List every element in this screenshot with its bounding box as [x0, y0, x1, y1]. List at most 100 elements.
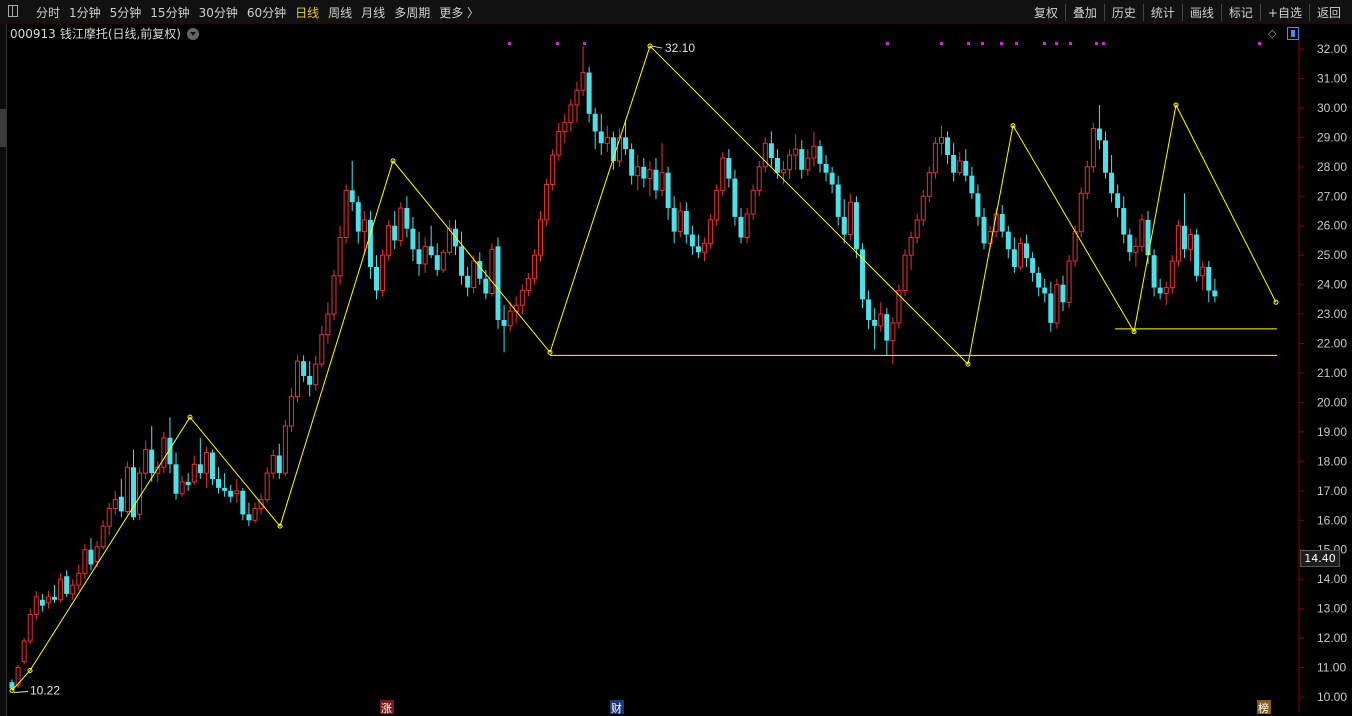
- candlestick-chart[interactable]: 10.0011.0012.0013.0014.0015.0016.0017.00…: [0, 0, 1352, 716]
- candle-body-up: [76, 572, 82, 586]
- candle-body-up: [1078, 192, 1084, 233]
- event-dot: [981, 42, 984, 45]
- candle-body-up: [847, 201, 853, 236]
- y-tick-label: 28.00: [1317, 160, 1347, 174]
- candle-body-down: [641, 166, 647, 179]
- event-dot: [886, 42, 889, 45]
- candle-body-up: [100, 525, 106, 548]
- candle-body-up: [750, 189, 756, 215]
- candle-body-down: [695, 246, 701, 253]
- candle-body-up: [33, 596, 39, 616]
- candle-body-down: [118, 496, 124, 512]
- candle-body-up: [337, 237, 343, 277]
- y-tick-label: 21.00: [1317, 366, 1347, 380]
- candle-body-up: [1072, 231, 1078, 262]
- candle-body-up: [562, 122, 568, 132]
- y-tick-label: 19.00: [1317, 425, 1347, 439]
- candle-body-down: [872, 319, 878, 326]
- candle-body-down: [1036, 272, 1042, 288]
- candle-body-up: [288, 396, 294, 427]
- candle-body-up: [70, 584, 76, 595]
- candle-body-down: [392, 225, 398, 241]
- candle-body-up: [252, 507, 258, 521]
- candle-body-up: [574, 89, 580, 106]
- y-tick-label: 14.00: [1317, 572, 1347, 586]
- candle-body-down: [477, 261, 483, 279]
- candle-body-up: [926, 172, 932, 197]
- candle-body-up: [635, 166, 641, 177]
- event-dot: [1258, 42, 1261, 45]
- event-dot: [556, 42, 559, 45]
- y-tick-label: 10.00: [1317, 690, 1347, 704]
- candle-body-up: [1139, 219, 1145, 247]
- event-dot: [1102, 42, 1105, 45]
- candle-body-down: [1181, 225, 1187, 250]
- candle-body-down: [197, 464, 203, 474]
- candle-body-down: [465, 275, 471, 288]
- candle-body-down: [799, 149, 805, 170]
- candle-body-up: [386, 225, 392, 256]
- candle-body-down: [999, 213, 1005, 232]
- high-label-arrow: [651, 45, 663, 49]
- candle-body-up: [957, 160, 963, 174]
- candle-body-down: [841, 216, 847, 235]
- candle-body-up: [82, 549, 88, 574]
- candle-body-up: [720, 157, 726, 191]
- candle-body-down: [975, 193, 981, 217]
- candle-body-up: [319, 334, 325, 365]
- candle-body-up: [489, 248, 495, 294]
- marker-cai: 财: [611, 701, 622, 715]
- candle-body-down: [1005, 231, 1011, 250]
- candle-body-down: [185, 481, 191, 485]
- candle-body-down: [276, 455, 282, 474]
- candle-body-down: [1121, 208, 1127, 235]
- candle-body-up: [938, 136, 944, 144]
- candle-body-down: [829, 172, 835, 185]
- candle-body-down: [228, 490, 234, 497]
- candle-body-down: [216, 479, 222, 488]
- candle-body-up: [1163, 287, 1169, 294]
- candle-body-up: [27, 614, 33, 642]
- candle-body-up: [932, 142, 938, 174]
- candle-body-down: [592, 113, 598, 132]
- candle-body-up: [161, 437, 167, 468]
- event-dot: [1015, 42, 1018, 45]
- candle-body-up: [380, 254, 386, 292]
- candle-body-up: [1017, 242, 1023, 268]
- candle-body-down: [483, 278, 489, 294]
- candle-body-up: [1175, 225, 1181, 262]
- candle-body-down: [459, 246, 465, 276]
- candle-body-up: [112, 499, 118, 509]
- candle-body-down: [945, 137, 951, 156]
- candle-body-down: [88, 549, 94, 565]
- candle-body-down: [1109, 172, 1115, 194]
- candle-body-down: [1212, 290, 1218, 297]
- y-tick-label: 22.00: [1317, 337, 1347, 351]
- y-tick-label: 20.00: [1317, 395, 1347, 409]
- candle-body-up: [440, 251, 446, 271]
- candle-body-up: [902, 254, 908, 292]
- candle-body-up: [1054, 284, 1060, 324]
- candle-body-down: [240, 490, 246, 515]
- candle-body-up: [744, 213, 750, 239]
- candle-body-down: [835, 184, 841, 217]
- y-tick-label: 26.00: [1317, 219, 1347, 233]
- candle-body-down: [64, 576, 70, 594]
- event-dot: [1055, 42, 1058, 45]
- candle-body-up: [21, 640, 27, 663]
- candle-body-down: [374, 266, 379, 291]
- candle-body-down: [817, 146, 823, 164]
- candle-body-up: [920, 195, 926, 221]
- candle-body-down: [1127, 234, 1133, 253]
- candle-body-up: [708, 219, 714, 244]
- candle-body-down: [1030, 258, 1036, 273]
- candle-body-down: [173, 464, 179, 494]
- candle-body-up: [604, 136, 610, 144]
- y-axis: 10.0011.0012.0013.0014.0015.0016.0017.00…: [1299, 42, 1347, 704]
- y-tick-label: 29.00: [1317, 130, 1347, 144]
- candle-body-down: [586, 72, 592, 114]
- candle-body-up: [702, 242, 708, 253]
- candle-body-up: [878, 313, 884, 327]
- candle-body-up: [568, 104, 574, 124]
- candle-body-down: [307, 375, 313, 385]
